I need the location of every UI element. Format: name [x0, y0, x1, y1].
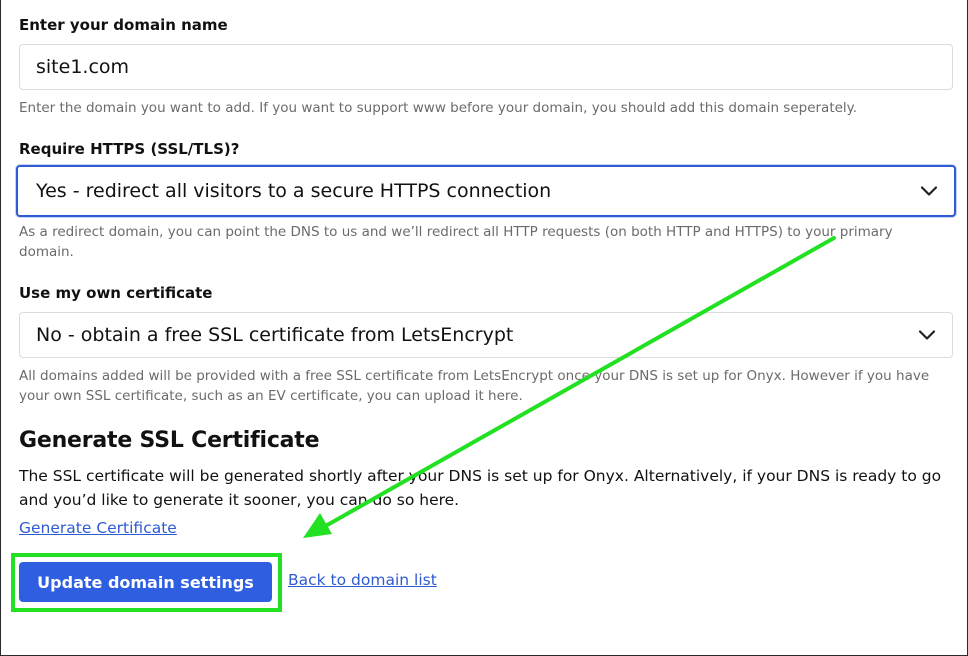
domain-name-value: site1.com — [36, 56, 130, 78]
https-select[interactable]: Yes - redirect all visitors to a secure … — [16, 165, 956, 217]
chevron-down-icon — [920, 186, 938, 196]
certificate-help: All domains added will be provided with … — [19, 368, 930, 404]
https-help: As a redirect domain, you can point the … — [19, 224, 893, 260]
domain-name-label: Enter your domain name — [19, 16, 228, 34]
domain-name-help: Enter the domain you want to add. If you… — [19, 100, 858, 116]
chevron-down-icon — [918, 330, 936, 340]
update-domain-settings-button[interactable]: Update domain settings — [19, 562, 272, 602]
certificate-selected-value: No - obtain a free SSL certificate from … — [36, 324, 514, 346]
back-to-domain-list-link[interactable]: Back to domain list — [288, 571, 437, 589]
generate-ssl-heading: Generate SSL Certificate — [19, 428, 320, 453]
https-selected-value: Yes - redirect all visitors to a secure … — [36, 180, 552, 202]
generate-certificate-link[interactable]: Generate Certificate — [19, 519, 177, 537]
domain-name-input[interactable]: site1.com — [19, 44, 953, 90]
certificate-select[interactable]: No - obtain a free SSL certificate from … — [19, 312, 953, 358]
https-label: Require HTTPS (SSL/TLS)? — [19, 140, 240, 158]
certificate-label: Use my own certificate — [19, 284, 213, 302]
generate-ssl-description: The SSL certificate will be generated sh… — [19, 467, 942, 509]
